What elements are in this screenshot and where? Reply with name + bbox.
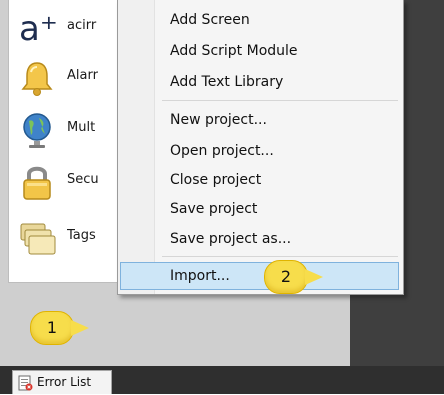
menu-item-add-text-library[interactable]: Add Text Library [120, 68, 399, 96]
menu-item-save-project-as[interactable]: Save project as... [120, 225, 399, 253]
menu-item-open-project[interactable]: Open project... [120, 137, 399, 165]
menu-separator [162, 256, 398, 257]
menu-item-new-project[interactable]: New project... [120, 106, 399, 134]
bell-icon [17, 58, 57, 98]
tags-folder-icon [17, 218, 57, 258]
globe-icon [17, 110, 57, 150]
logo-glyph: a⁺ [19, 9, 57, 48]
padlock-icon [17, 162, 57, 202]
component-item-alarms[interactable]: Alarr [9, 56, 129, 100]
callout-2: 2 [264, 260, 323, 294]
component-label: acirr [67, 18, 97, 33]
component-label: Mult [67, 120, 96, 135]
component-label: Secu [67, 172, 99, 187]
menu-item-add-screen[interactable]: Add Screen [120, 6, 399, 34]
menu-separator [162, 100, 398, 101]
component-item-multilanguage[interactable]: Mult [9, 108, 129, 152]
component-label: Alarr [67, 68, 98, 83]
menu-item-save-project[interactable]: Save project [120, 195, 399, 223]
error-list-tab[interactable]: Error List [12, 370, 112, 394]
error-list-label: Error List [37, 375, 92, 389]
menu-item-import[interactable]: Import... [120, 262, 399, 290]
context-menu: Add Screen Add Script Module Add Text Li… [117, 0, 404, 295]
menu-item-close-project[interactable]: Close project [120, 166, 399, 194]
component-label: Tags [67, 228, 96, 243]
component-item-tags[interactable]: Tags [9, 216, 129, 260]
component-item-security[interactable]: Secu [9, 160, 129, 204]
menu-item-add-script-module[interactable]: Add Script Module [120, 37, 399, 65]
component-item-acirrus[interactable]: a⁺ acirr [9, 6, 129, 50]
callout-1: 1 [30, 311, 89, 345]
error-list-icon [17, 375, 33, 391]
acirrus-logo-icon: a⁺ [17, 8, 58, 49]
